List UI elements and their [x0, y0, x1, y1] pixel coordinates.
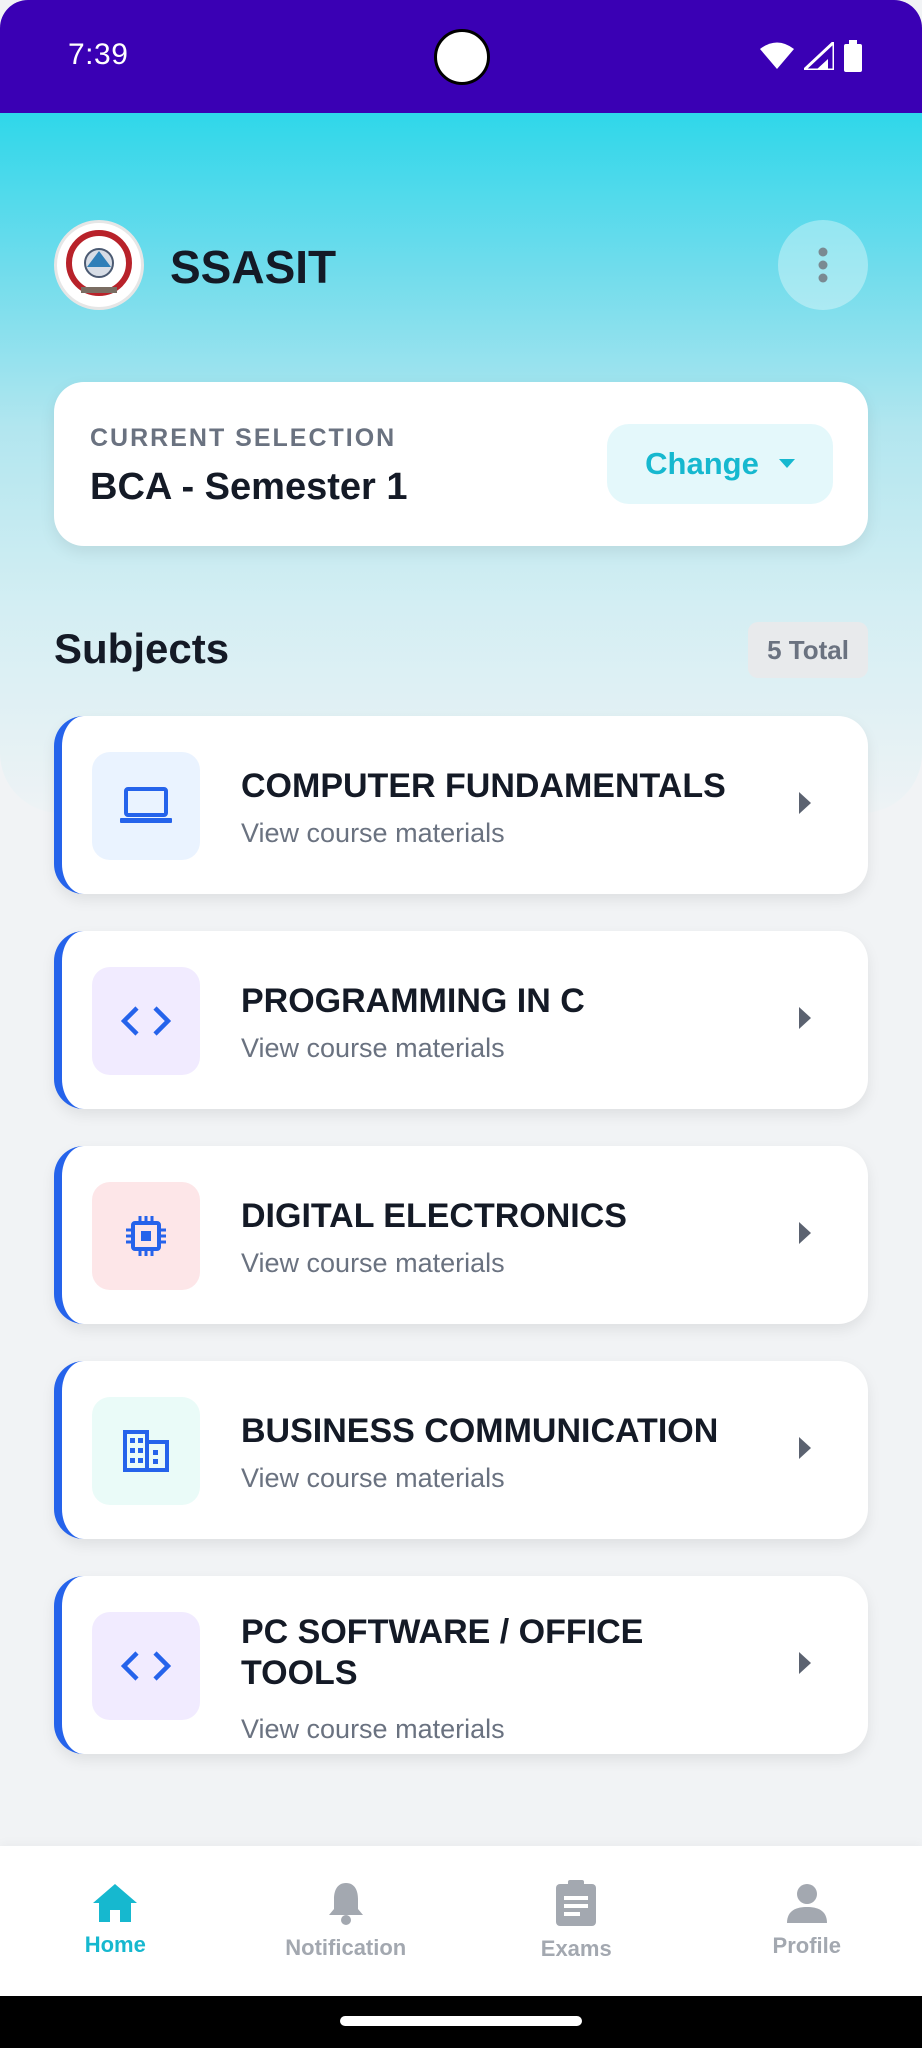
app-title: SSASIT [170, 241, 337, 293]
person-icon [786, 1884, 827, 1923]
subject-card-programming-in-c[interactable]: PROGRAMMING IN C View course materials [54, 931, 868, 1109]
nav-label: Profile [772, 1933, 841, 1958]
subject-name: DIGITAL ELECTRONICS [241, 1197, 627, 1235]
code-icon [121, 1006, 171, 1036]
selection-value: BCA - Semester 1 [90, 466, 408, 508]
status-icons [760, 40, 862, 72]
subject-subtitle: View course materials [241, 1033, 505, 1063]
subjects-title: Subjects [54, 625, 230, 672]
chevron-right-icon [799, 1007, 811, 1029]
wifi-icon [760, 42, 794, 69]
more-menu-button[interactable] [778, 220, 868, 310]
subject-icon-container [92, 967, 200, 1075]
subject-subtitle: View course materials [241, 1248, 505, 1278]
subject-subtitle: View course materials [241, 818, 505, 848]
laptop-icon [120, 787, 172, 823]
subject-name: PROGRAMMING IN C [241, 982, 585, 1020]
subject-name: COMPUTER FUNDAMENTALS [241, 767, 726, 805]
current-selection-card: CURRENT SELECTION BCA - Semester 1 Chang… [54, 382, 868, 546]
nav-label: Home [84, 1932, 146, 1957]
nav-label: Notification [285, 1935, 407, 1960]
chevron-right-icon [799, 1437, 811, 1459]
home-gesture-handle[interactable] [340, 2016, 582, 2026]
nav-notification[interactable]: Notification [231, 1846, 462, 1996]
total-badge: 5 Total [748, 622, 868, 678]
dropdown-arrow-icon [778, 459, 795, 468]
more-vert-icon [818, 247, 828, 283]
nav-label: Exams [540, 1936, 612, 1961]
building-icon [123, 1430, 169, 1472]
bottom-navigation: Home Notification Exams Profile [0, 1846, 922, 1996]
change-button-label: Change [645, 446, 759, 481]
status-bar: 7:39 [0, 0, 922, 113]
chevron-right-icon [799, 1652, 811, 1674]
chevron-right-icon [799, 1222, 811, 1244]
chevron-right-icon [799, 792, 811, 814]
nav-home[interactable]: Home [0, 1846, 231, 1996]
subject-card-pc-software-office-tools[interactable]: PC SOFTWARE / OFFICE TOOLS View course m… [54, 1576, 868, 1754]
battery-icon [844, 40, 862, 72]
code-icon [121, 1651, 171, 1681]
subject-icon-container [92, 752, 200, 860]
nav-profile[interactable]: Profile [692, 1846, 922, 1996]
subject-subtitle: View course materials [241, 1463, 505, 1493]
nav-exams[interactable]: Exams [461, 1846, 692, 1996]
bell-icon [328, 1883, 363, 1925]
subject-name: PC SOFTWARE / OFFICE TOOLS [241, 1613, 644, 1692]
subject-icon-container [92, 1612, 200, 1720]
college-logo [54, 220, 144, 310]
status-time: 7:39 [68, 38, 129, 71]
subject-card-business-communication[interactable]: BUSINESS COMMUNICATION View course mater… [54, 1361, 868, 1539]
subject-icon-container [92, 1397, 200, 1505]
chip-icon [126, 1216, 166, 1256]
gesture-bar [0, 1996, 922, 2048]
camera-cutout [434, 29, 490, 85]
change-selection-button[interactable]: Change [607, 424, 833, 504]
subject-name: BUSINESS COMMUNICATION [241, 1412, 719, 1450]
subject-card-computer-fundamentals[interactable]: COMPUTER FUNDAMENTALS View course materi… [54, 716, 868, 894]
subject-card-digital-electronics[interactable]: DIGITAL ELECTRONICS View course material… [54, 1146, 868, 1324]
selection-label: CURRENT SELECTION [90, 424, 397, 452]
signal-icon [804, 42, 834, 70]
subject-subtitle: View course materials [241, 1714, 505, 1744]
subject-icon-container [92, 1182, 200, 1290]
home-icon [93, 1884, 138, 1922]
clipboard-icon [556, 1880, 597, 1926]
